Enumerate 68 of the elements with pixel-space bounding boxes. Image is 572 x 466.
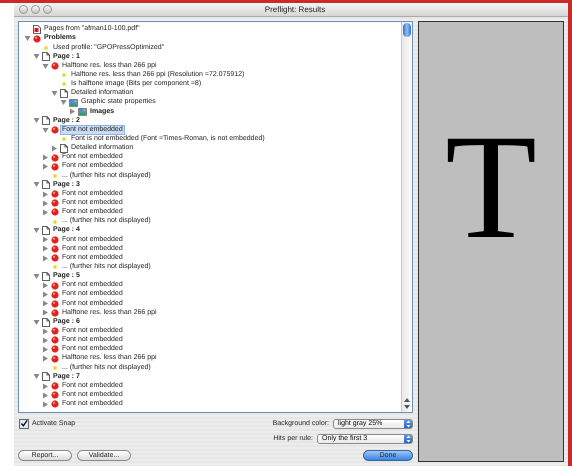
disclosure-triangle[interactable] <box>42 163 49 170</box>
document-icon <box>42 52 50 62</box>
disclosure-triangle[interactable] <box>42 309 49 316</box>
bullet-icon <box>53 220 57 224</box>
error-dot-icon <box>51 126 59 134</box>
disclosure-triangle[interactable] <box>33 373 40 380</box>
checkbox[interactable] <box>19 418 29 428</box>
disclosure-triangle[interactable] <box>42 355 49 362</box>
document-icon <box>60 144 68 153</box>
disclosure-triangle[interactable] <box>33 272 40 280</box>
document-icon <box>42 272 50 281</box>
bullet-icon <box>53 366 57 370</box>
disclosure-triangle[interactable] <box>33 318 40 326</box>
disclosure-triangle[interactable] <box>42 126 49 134</box>
picture-icon <box>69 98 78 107</box>
disclosure-triangle[interactable] <box>42 392 49 399</box>
bullet-icon <box>44 46 48 50</box>
document-icon <box>42 372 50 382</box>
scrollbar[interactable] <box>401 22 412 412</box>
disclosure-triangle[interactable] <box>33 117 40 124</box>
disclosure-triangle[interactable] <box>33 181 40 188</box>
scroll-down-arrow-icon[interactable] <box>403 404 411 410</box>
bullet-icon <box>53 266 57 269</box>
disclosure-triangle[interactable] <box>42 245 49 252</box>
disclosure-triangle[interactable] <box>42 282 49 289</box>
disclosure-triangle[interactable] <box>42 200 49 207</box>
disclosure-triangle[interactable] <box>42 291 49 298</box>
disclosure-triangle[interactable] <box>33 53 40 60</box>
window-title: Preflight: Results <box>264 5 326 14</box>
scroll-up-arrow-icon[interactable] <box>403 397 411 403</box>
bullet-icon <box>62 82 66 86</box>
bullet-icon <box>62 138 66 141</box>
preview-glyph: T <box>445 112 537 262</box>
disclosure-triangle[interactable] <box>33 227 40 234</box>
error-dot-icon <box>33 34 41 43</box>
close-button[interactable] <box>19 5 28 14</box>
document-icon <box>42 318 50 327</box>
disclosure-triangle[interactable] <box>42 254 49 262</box>
select-arrows-icon <box>406 420 410 428</box>
document-icon <box>42 116 50 126</box>
document-icon <box>60 89 68 98</box>
disclosure-triangle[interactable] <box>51 90 58 98</box>
bullet-icon <box>53 174 57 178</box>
disclosure-triangle[interactable] <box>42 62 49 70</box>
document-icon <box>42 226 50 236</box>
minimize-button[interactable] <box>31 5 40 14</box>
disclosure-triangle[interactable] <box>60 99 67 106</box>
disclosure-triangle[interactable] <box>69 108 76 116</box>
select-arrows-icon <box>406 434 410 442</box>
disclosure-triangle[interactable] <box>42 400 49 408</box>
disclosure-triangle[interactable] <box>24 35 31 42</box>
zoom-button[interactable] <box>43 5 52 14</box>
disclosure-triangle[interactable] <box>51 144 58 152</box>
pdf-file-icon <box>33 25 41 34</box>
document-icon <box>42 180 50 190</box>
error-dot-icon <box>51 62 59 70</box>
disclosure-triangle[interactable] <box>42 328 49 335</box>
disclosure-triangle[interactable] <box>42 382 49 390</box>
disclosure-triangle[interactable] <box>42 336 49 344</box>
disclosure-triangle[interactable] <box>42 236 49 244</box>
disclosure-triangle[interactable] <box>42 208 49 216</box>
disclosure-triangle[interactable] <box>42 300 49 308</box>
disclosure-triangle[interactable] <box>42 190 49 198</box>
bullet-icon <box>62 74 66 77</box>
picture-icon <box>78 108 87 116</box>
disclosure-triangle[interactable] <box>42 346 49 353</box>
scrollbar-thumb[interactable] <box>403 23 411 37</box>
disclosure-triangle[interactable] <box>42 154 49 162</box>
